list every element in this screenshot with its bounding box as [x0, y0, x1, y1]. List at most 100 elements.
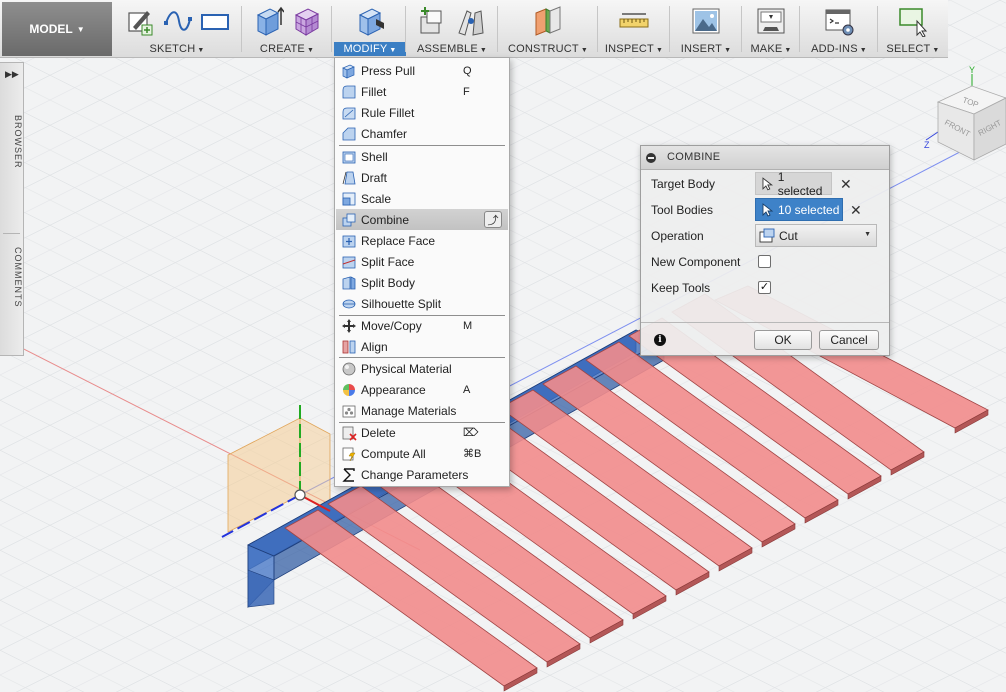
spline-icon[interactable] — [161, 5, 193, 37]
fillet-icon — [342, 85, 356, 98]
toolbar-group-label[interactable]: ADD-INS ▼ — [800, 42, 878, 56]
window-select-icon[interactable] — [897, 5, 929, 37]
origin-point[interactable] — [294, 489, 306, 501]
toolbar-group-label[interactable]: MODIFY ▼ — [334, 42, 406, 56]
menu-item-chamfer[interactable]: Chamfer — [336, 123, 508, 144]
tool-bodies-label: Tool Bodies — [651, 203, 714, 217]
manage-materials-icon — [342, 405, 356, 417]
extrude-icon[interactable] — [252, 5, 284, 37]
toolbar-group-label[interactable]: SKETCH ▼ — [112, 42, 242, 56]
menu-item-draft[interactable]: Draft — [336, 167, 508, 188]
target-body-selector[interactable]: 1 selected — [755, 170, 832, 198]
physical-material-icon — [342, 362, 356, 375]
y-axis-label: Y — [969, 65, 975, 75]
workspace-switcher-button[interactable]: MODEL ▼ — [2, 2, 112, 56]
workspace-label: MODEL — [29, 22, 73, 36]
menu-item-press-pull[interactable]: Press Pull Q — [336, 60, 508, 81]
menu-item-split-face[interactable]: Split Face — [336, 251, 508, 272]
press-pull-icon — [342, 64, 355, 79]
tool-bodies-selector[interactable]: 10 selected — [755, 198, 843, 221]
joint-icon[interactable] — [455, 5, 487, 37]
offset-plane-icon[interactable] — [532, 5, 564, 37]
new-component-icon[interactable] — [417, 5, 449, 37]
operation-label: Operation — [651, 229, 704, 243]
appearance-icon — [343, 383, 355, 396]
toolbar-group-make: MAKE ▼ — [742, 0, 800, 58]
collapse-dialog-icon[interactable] — [646, 153, 656, 163]
toolbar-group-label[interactable]: CONSTRUCT ▼ — [498, 42, 598, 56]
view-cube[interactable]: Y Z TOP FRONT RIGHT — [922, 62, 1006, 162]
chevron-down-icon: ▼ — [864, 231, 871, 238]
move-copy-icon — [342, 318, 356, 333]
scale-icon — [342, 192, 356, 205]
z-axis-label: Z — [924, 140, 930, 150]
menu-item-rule-fillet[interactable]: Rule Fillet — [336, 102, 508, 123]
menu-item-manage-materials[interactable]: Manage Materials — [336, 400, 508, 421]
menu-item-shell[interactable]: Shell — [336, 146, 508, 167]
keep-tools-label: Keep Tools — [651, 281, 711, 295]
keep-tools-checkbox[interactable]: ✓ — [758, 281, 771, 294]
info-icon[interactable]: i — [654, 334, 666, 346]
toolbar-group-construct: CONSTRUCT ▼ — [498, 0, 598, 58]
dialog-footer: i OK Cancel — [641, 322, 889, 355]
toolbar-group-label[interactable]: CREATE ▼ — [242, 42, 332, 56]
form-icon[interactable] — [290, 5, 322, 37]
rectangle-icon[interactable] — [199, 5, 231, 37]
silhouette-split-icon — [342, 299, 356, 308]
toolbar-group-label[interactable]: MAKE ▼ — [742, 42, 800, 56]
chevron-down-icon: ▼ — [76, 24, 85, 34]
toolbar-group-label[interactable]: INSERT ▼ — [670, 42, 742, 56]
insert-image-icon[interactable] — [690, 5, 722, 37]
toolbar-group-label[interactable]: ASSEMBLE ▼ — [406, 42, 498, 56]
toolbar-group-label[interactable]: SELECT ▼ — [878, 42, 948, 56]
menu-item-scale[interactable]: Scale — [336, 188, 508, 209]
toolbar-group-add-ins: ADD-INS ▼ — [800, 0, 878, 58]
press-pull-icon[interactable] — [354, 5, 386, 37]
browser-tab[interactable]: BROWSER — [0, 115, 23, 169]
new-component-checkbox[interactable] — [758, 255, 771, 268]
create-sketch-icon[interactable] — [123, 5, 155, 37]
rule-fillet-icon — [342, 107, 356, 119]
toolbar-group-label[interactable]: INSPECT ▼ — [598, 42, 670, 56]
menu-item-fillet[interactable]: Fillet F — [336, 81, 508, 102]
comments-tab[interactable]: COMMENTS — [0, 247, 23, 308]
dialog-title: COMBINE — [667, 151, 721, 163]
compute-all-icon — [342, 447, 356, 461]
sigma-icon — [342, 467, 355, 482]
menu-item-replace-face[interactable]: Replace Face — [336, 230, 508, 251]
main-toolbar: MODEL ▼ SKETCH ▼ CREATE ▼ MODIFY ▼ ASSEM… — [0, 0, 948, 58]
draft-icon — [342, 171, 356, 184]
measure-icon[interactable] — [618, 5, 650, 37]
dialog-header[interactable]: COMBINE — [641, 146, 889, 170]
menu-item-move-copy[interactable]: Move/Copy M — [336, 315, 508, 336]
menu-item-appearance[interactable]: Appearance A — [336, 379, 508, 400]
delete-icon — [342, 426, 357, 441]
new-component-label: New Component — [651, 255, 741, 269]
menu-item-silhouette-split[interactable]: Silhouette Split — [336, 293, 508, 314]
menu-item-physical-material[interactable]: Physical Material — [336, 358, 508, 379]
toolbar-group-inspect: INSPECT ▼ — [598, 0, 670, 58]
replace-face-icon — [342, 235, 356, 247]
pin-to-toolbar-icon[interactable]: ⤴ — [484, 211, 502, 228]
cut-operation-icon — [759, 228, 775, 243]
scripts-addins-icon[interactable] — [823, 5, 855, 37]
shell-icon — [342, 151, 356, 163]
3d-print-icon[interactable] — [755, 5, 787, 37]
menu-item-split-body[interactable]: Split Body — [336, 272, 508, 293]
menu-item-align[interactable]: Align — [336, 336, 508, 357]
menu-item-delete[interactable]: Delete ⌦ — [336, 422, 508, 443]
operation-select[interactable]: Cut ▼ — [755, 224, 877, 247]
menu-item-change-parameters[interactable]: Change Parameters — [336, 464, 508, 485]
expand-panel-icon[interactable]: ▶▶ — [5, 69, 19, 80]
cancel-button[interactable]: Cancel — [819, 330, 879, 350]
menu-item-compute-all[interactable]: Compute All ⌘B — [336, 443, 508, 464]
clear-target-body-icon[interactable]: ✕ — [840, 177, 852, 191]
ok-button[interactable]: OK — [754, 330, 812, 350]
toolbar-group-select: SELECT ▼ — [878, 0, 948, 58]
split-face-icon — [342, 256, 356, 268]
menu-item-combine[interactable]: Combine ⤴ — [336, 209, 508, 230]
split-body-icon — [342, 275, 356, 289]
clear-tool-bodies-icon[interactable]: ✕ — [850, 203, 862, 217]
toolbar-group-insert: INSERT ▼ — [670, 0, 742, 58]
select-cursor-icon — [762, 176, 774, 190]
